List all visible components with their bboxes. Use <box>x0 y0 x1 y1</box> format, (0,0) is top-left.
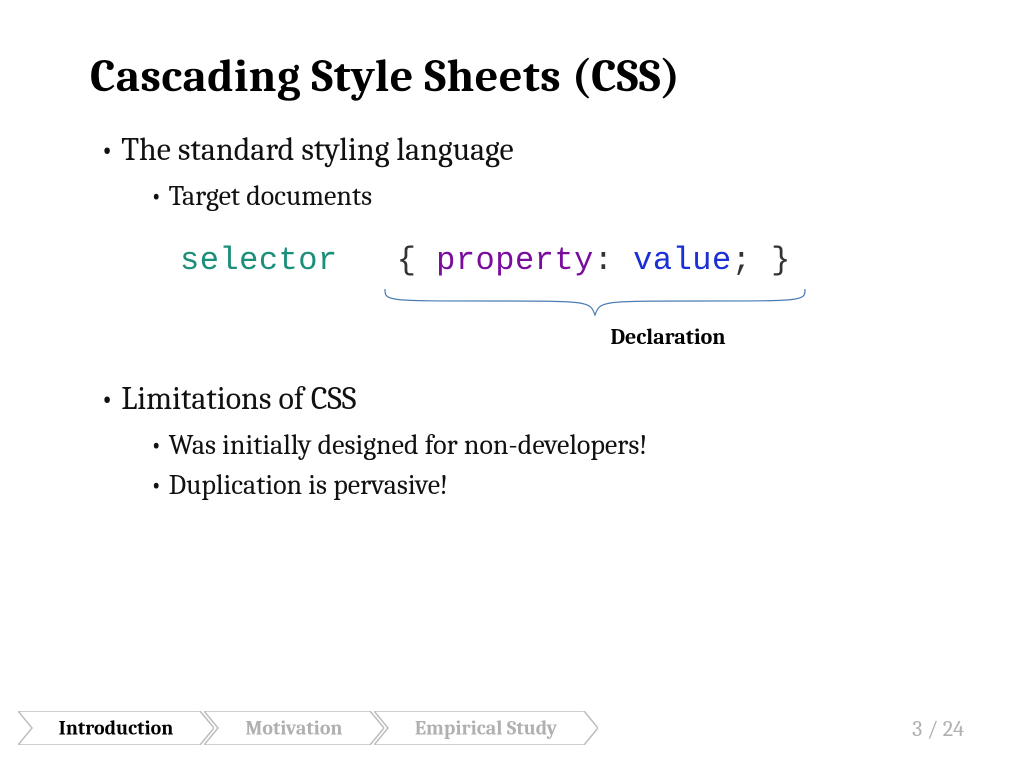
page-number: 3 / 24 <box>912 716 964 742</box>
footer: Introduction Motivation Empirical Study … <box>0 710 1024 746</box>
bullet-l2: Target documents <box>150 180 934 212</box>
page-total: 24 <box>943 716 964 742</box>
breadcrumb-nav: Introduction Motivation Empirical Study <box>18 710 598 746</box>
code-semicolon: ; <box>732 242 752 279</box>
page-sep: / <box>922 716 942 742</box>
bullet-list: The standard styling language Target doc… <box>90 131 934 212</box>
bullet-list-2: Limitations of CSS Was initially designe… <box>90 380 934 501</box>
curly-brace-annotation <box>180 287 680 322</box>
code-selector: selector <box>180 242 338 279</box>
code-example: selector { property: value; } <box>180 242 934 279</box>
slide-title: Cascading Style Sheets (CSS) <box>90 50 934 103</box>
curly-brace-icon <box>380 287 810 319</box>
bullet-l2: Was initially designed for non-developer… <box>150 429 934 461</box>
nav-motivation[interactable]: Motivation <box>204 711 384 745</box>
slide: Cascading Style Sheets (CSS) The standar… <box>0 0 1024 768</box>
bullet-l2: Duplication is pervasive! <box>150 469 934 501</box>
code-open-brace: { <box>397 242 417 279</box>
bullet-l1: The standard styling language <box>100 131 934 168</box>
declaration-label: Declaration <box>180 324 1024 350</box>
nav-empirical-study[interactable]: Empirical Study <box>374 711 598 745</box>
bullet-l1: Limitations of CSS <box>100 380 934 417</box>
code-close-brace: } <box>771 242 791 279</box>
code-property: property <box>436 242 594 279</box>
code-colon: : <box>594 242 614 279</box>
code-value: value <box>633 242 732 279</box>
nav-introduction[interactable]: Introduction <box>18 711 214 745</box>
page-current: 3 <box>912 716 922 742</box>
